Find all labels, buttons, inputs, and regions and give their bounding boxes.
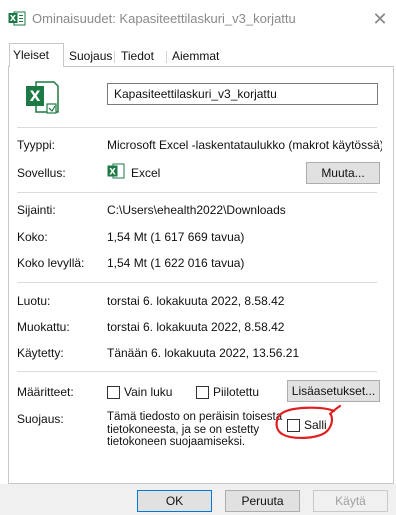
size-on-disk-label: Koko levyllä: <box>17 256 85 270</box>
attributes-label: Määritteet: <box>17 385 74 399</box>
opens-with-value: Excel <box>131 166 161 180</box>
tab-details[interactable]: Tiedot <box>118 47 162 66</box>
svg-text:X: X <box>10 14 17 23</box>
window-title: Ominaisuudet: Kapasiteettilaskuri_v3_kor… <box>32 11 296 26</box>
hidden-checkbox[interactable] <box>196 386 209 399</box>
location-value: C:\Users\ehealth2022\Downloads <box>107 203 286 217</box>
file-name-input[interactable]: Kapasiteettilaskuri_v3_korjattu <box>107 83 378 105</box>
accessed-value: Tänään 6. lokakuuta 2022, 13.56.21 <box>107 346 300 360</box>
divider <box>17 282 377 283</box>
tab-separator <box>114 51 115 63</box>
svg-text:X: X <box>109 168 116 178</box>
location-label: Sijainti: <box>17 203 56 217</box>
type-label: Tyyppi: <box>17 138 56 152</box>
tab-separator <box>166 51 167 63</box>
security-message-line: Tämä tiedosto on peräisin toisesta <box>107 411 283 423</box>
modified-label: Muokattu: <box>17 320 70 334</box>
size-on-disk-value: 1,54 Mt (1 622 016 tavua) <box>107 256 245 270</box>
close-button[interactable]: ✕ <box>370 8 390 30</box>
title-bar: X Ominaisuudet: Kapasiteettilaskuri_v3_k… <box>0 0 396 38</box>
divider <box>17 127 377 128</box>
accessed-label: Käytetty: <box>17 346 64 360</box>
tab-previous-versions[interactable]: Aiemmat versiot <box>169 47 259 81</box>
annotation-circle <box>275 404 342 439</box>
tab-general[interactable]: Yleiset <box>9 43 64 67</box>
readonly-checkbox[interactable] <box>107 386 120 399</box>
type-value: Microsoft Excel -laskentataulukko (makro… <box>107 138 382 152</box>
excel-app-icon: X <box>107 163 125 179</box>
close-icon: ✕ <box>372 9 388 29</box>
change-button[interactable]: Muuta... <box>306 162 380 184</box>
modified-value: torstai 6. lokakuuta 2022, 8.58.42 <box>107 320 285 334</box>
divider <box>17 371 377 372</box>
opens-with-label: Sovellus: <box>17 166 66 180</box>
excel-document-icon: X <box>26 81 59 114</box>
divider <box>17 192 377 193</box>
advanced-button[interactable]: Lisäasetukset... <box>287 380 380 402</box>
security-label: Suojaus: <box>17 412 64 426</box>
tab-strip: Yleiset Suojaus Tiedot Aiemmat versiot <box>0 43 396 81</box>
apply-button[interactable]: Käytä <box>313 490 388 512</box>
ok-button[interactable]: OK <box>137 490 212 512</box>
svg-text:X: X <box>30 89 41 105</box>
hidden-label: Piilotettu <box>213 385 260 399</box>
dialog-footer: OK Peruuta Käytä <box>0 484 396 515</box>
tab-security[interactable]: Suojaus <box>66 47 112 66</box>
security-message-line: tietokoneen suojaamiseksi. <box>107 436 246 448</box>
security-message: Tämä tiedosto on peräisin toisesta tieto… <box>107 411 282 449</box>
created-label: Luotu: <box>17 294 51 308</box>
excel-file-icon: X <box>8 11 26 26</box>
cancel-button[interactable]: Peruuta <box>225 490 300 512</box>
security-message-line: tietokoneesta, ja se on estetty <box>107 423 260 436</box>
size-value: 1,54 Mt (1 617 669 tavua) <box>107 230 245 244</box>
readonly-label: Vain luku <box>124 385 173 399</box>
created-value: torstai 6. lokakuuta 2022, 8.58.42 <box>107 294 285 308</box>
size-label: Koko: <box>17 230 48 244</box>
